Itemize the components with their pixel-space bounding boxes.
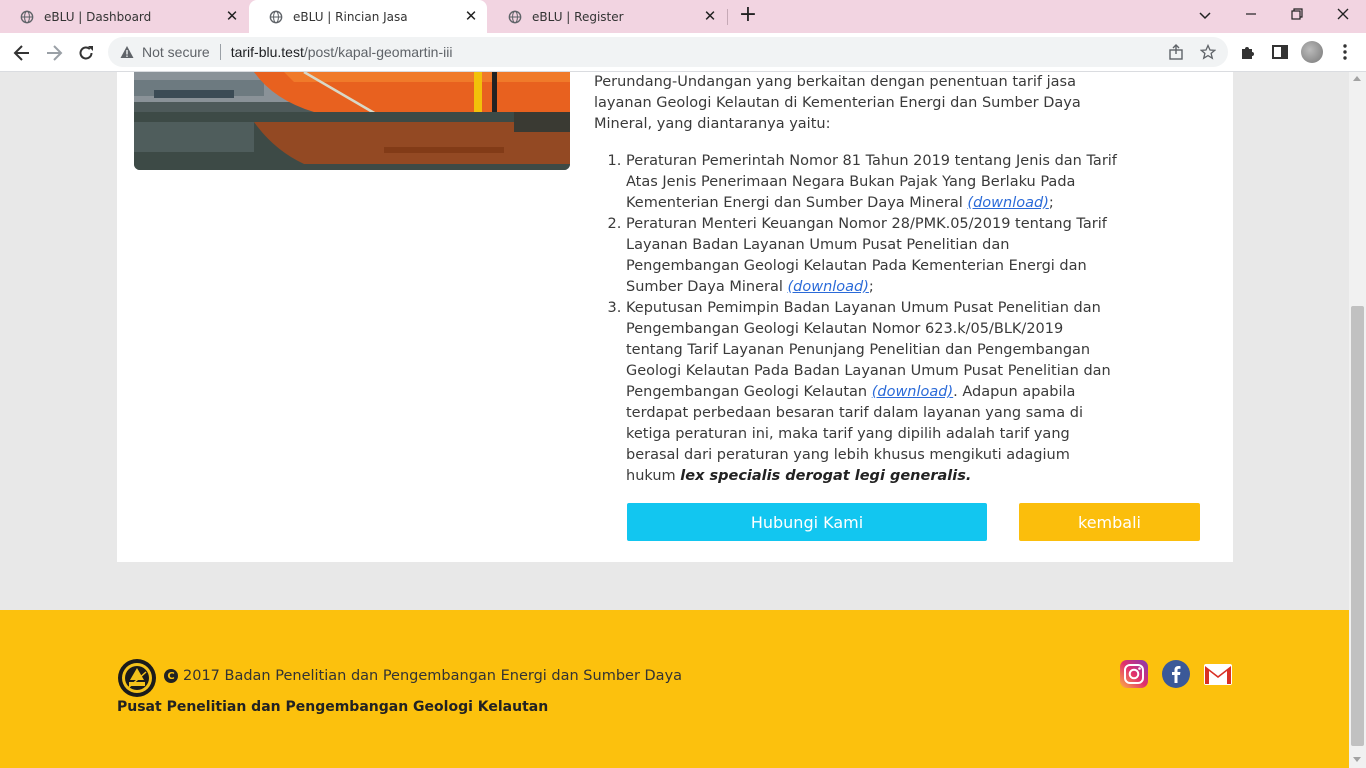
url-host: tarif-blu.test: [230, 44, 304, 60]
regulation-suffix: ;: [868, 279, 874, 295]
side-panel-icon[interactable]: [1271, 43, 1289, 61]
omnibox-divider: [219, 44, 221, 60]
scroll-down-arrow-icon[interactable]: [1353, 757, 1361, 762]
content-card: Perundang-Undangan yang berkaitan dengan…: [117, 72, 1233, 562]
download-link[interactable]: (download): [967, 195, 1048, 211]
close-window-button[interactable]: [1331, 4, 1355, 26]
page-scrollbar[interactable]: [1349, 72, 1366, 768]
back-button[interactable]: [10, 41, 34, 65]
tab-search-icon[interactable]: [1193, 4, 1217, 26]
scroll-up-arrow-icon[interactable]: [1353, 76, 1361, 81]
close-icon[interactable]: ✕: [702, 8, 718, 24]
globe-icon: [508, 10, 522, 23]
url-text: tarif-blu.test/post/kapal-geomartin-iii: [231, 44, 453, 60]
share-icon[interactable]: [1168, 44, 1184, 60]
security-label: Not secure: [142, 44, 210, 60]
tab-divider: [727, 9, 728, 25]
regulation-item: Peraturan Pemerintah Nomor 81 Tahun 2019…: [626, 151, 1124, 214]
gmail-icon[interactable]: [1203, 659, 1233, 689]
profile-avatar[interactable]: [1301, 41, 1323, 63]
new-tab-button[interactable]: +: [737, 4, 759, 27]
globe-icon: [20, 10, 34, 23]
regulation-item: Keputusan Pemimpin Badan Layanan Umum Pu…: [626, 298, 1124, 487]
copyright-icon: C: [164, 669, 178, 683]
facebook-icon[interactable]: [1161, 659, 1191, 689]
url-path: /post/kapal-geomartin-iii: [303, 44, 453, 60]
minimize-icon: [1246, 13, 1256, 15]
globe-icon: [269, 10, 283, 23]
close-icon: [1337, 8, 1349, 20]
tab-title: eBLU | Rincian Jasa: [293, 9, 408, 24]
intro-paragraph: Perundang-Undangan yang berkaitan dengan…: [594, 74, 1081, 132]
contact-us-button[interactable]: Hubungi Kami: [627, 503, 987, 541]
close-icon[interactable]: ✕: [463, 8, 479, 24]
arrow-right-icon: [47, 45, 63, 61]
ministry-logo: [118, 659, 156, 697]
menu-kebab-icon[interactable]: [1336, 43, 1354, 61]
regulation-suffix: ;: [1048, 195, 1054, 211]
warning-icon: [120, 46, 134, 58]
regulation-list: Peraturan Pemerintah Nomor 81 Tahun 2019…: [594, 151, 1124, 487]
browser-tab-bar: eBLU | Dashboard ✕ eBLU | Rincian Jasa ✕…: [0, 0, 1366, 33]
address-bar[interactable]: Not secure tarif-blu.test/post/kapal-geo…: [108, 37, 1228, 67]
tab-title: eBLU | Register: [532, 9, 624, 24]
service-description: Perundang-Undangan yang berkaitan dengan…: [594, 72, 1134, 487]
forward-button[interactable]: [42, 41, 66, 65]
organization-name: Pusat Penelitian dan Pengembangan Geolog…: [117, 699, 549, 715]
close-icon[interactable]: ✕: [224, 8, 240, 24]
legal-maxim: lex specialis derogat legi generalis.: [680, 468, 972, 484]
arrow-left-icon: [13, 45, 29, 61]
tab-rincian-jasa[interactable]: eBLU | Rincian Jasa ✕: [249, 0, 487, 33]
scroll-thumb[interactable]: [1351, 306, 1364, 746]
tab-register[interactable]: eBLU | Register ✕: [488, 0, 726, 33]
copyright-line: C 2017 Badan Penelitian dan Pengembangan…: [164, 668, 682, 684]
copyright-text: 2017 Badan Penelitian dan Pengembangan E…: [183, 668, 683, 684]
star-icon[interactable]: [1200, 44, 1216, 60]
minimize-button[interactable]: [1239, 4, 1263, 26]
tab-dashboard[interactable]: eBLU | Dashboard ✕: [0, 0, 248, 33]
instagram-icon[interactable]: [1119, 659, 1149, 689]
regulation-item: Peraturan Menteri Keuangan Nomor 28/PMK.…: [626, 214, 1124, 298]
extensions-icon[interactable]: [1239, 43, 1257, 61]
browser-toolbar: Not secure tarif-blu.test/post/kapal-geo…: [0, 33, 1366, 72]
download-link[interactable]: (download): [872, 384, 953, 400]
reload-icon: [79, 46, 93, 60]
restore-icon: [1291, 8, 1303, 20]
chevron-down-icon: [1199, 12, 1211, 20]
tab-title: eBLU | Dashboard: [44, 9, 152, 24]
reload-button[interactable]: [74, 41, 98, 65]
page-viewport: Perundang-Undangan yang berkaitan dengan…: [0, 72, 1349, 768]
restore-button[interactable]: [1285, 4, 1309, 26]
download-link[interactable]: (download): [787, 279, 868, 295]
back-button-page[interactable]: kembali: [1019, 503, 1200, 541]
site-footer: C 2017 Badan Penelitian dan Pengembangan…: [0, 610, 1349, 768]
ship-photo: [134, 72, 570, 170]
